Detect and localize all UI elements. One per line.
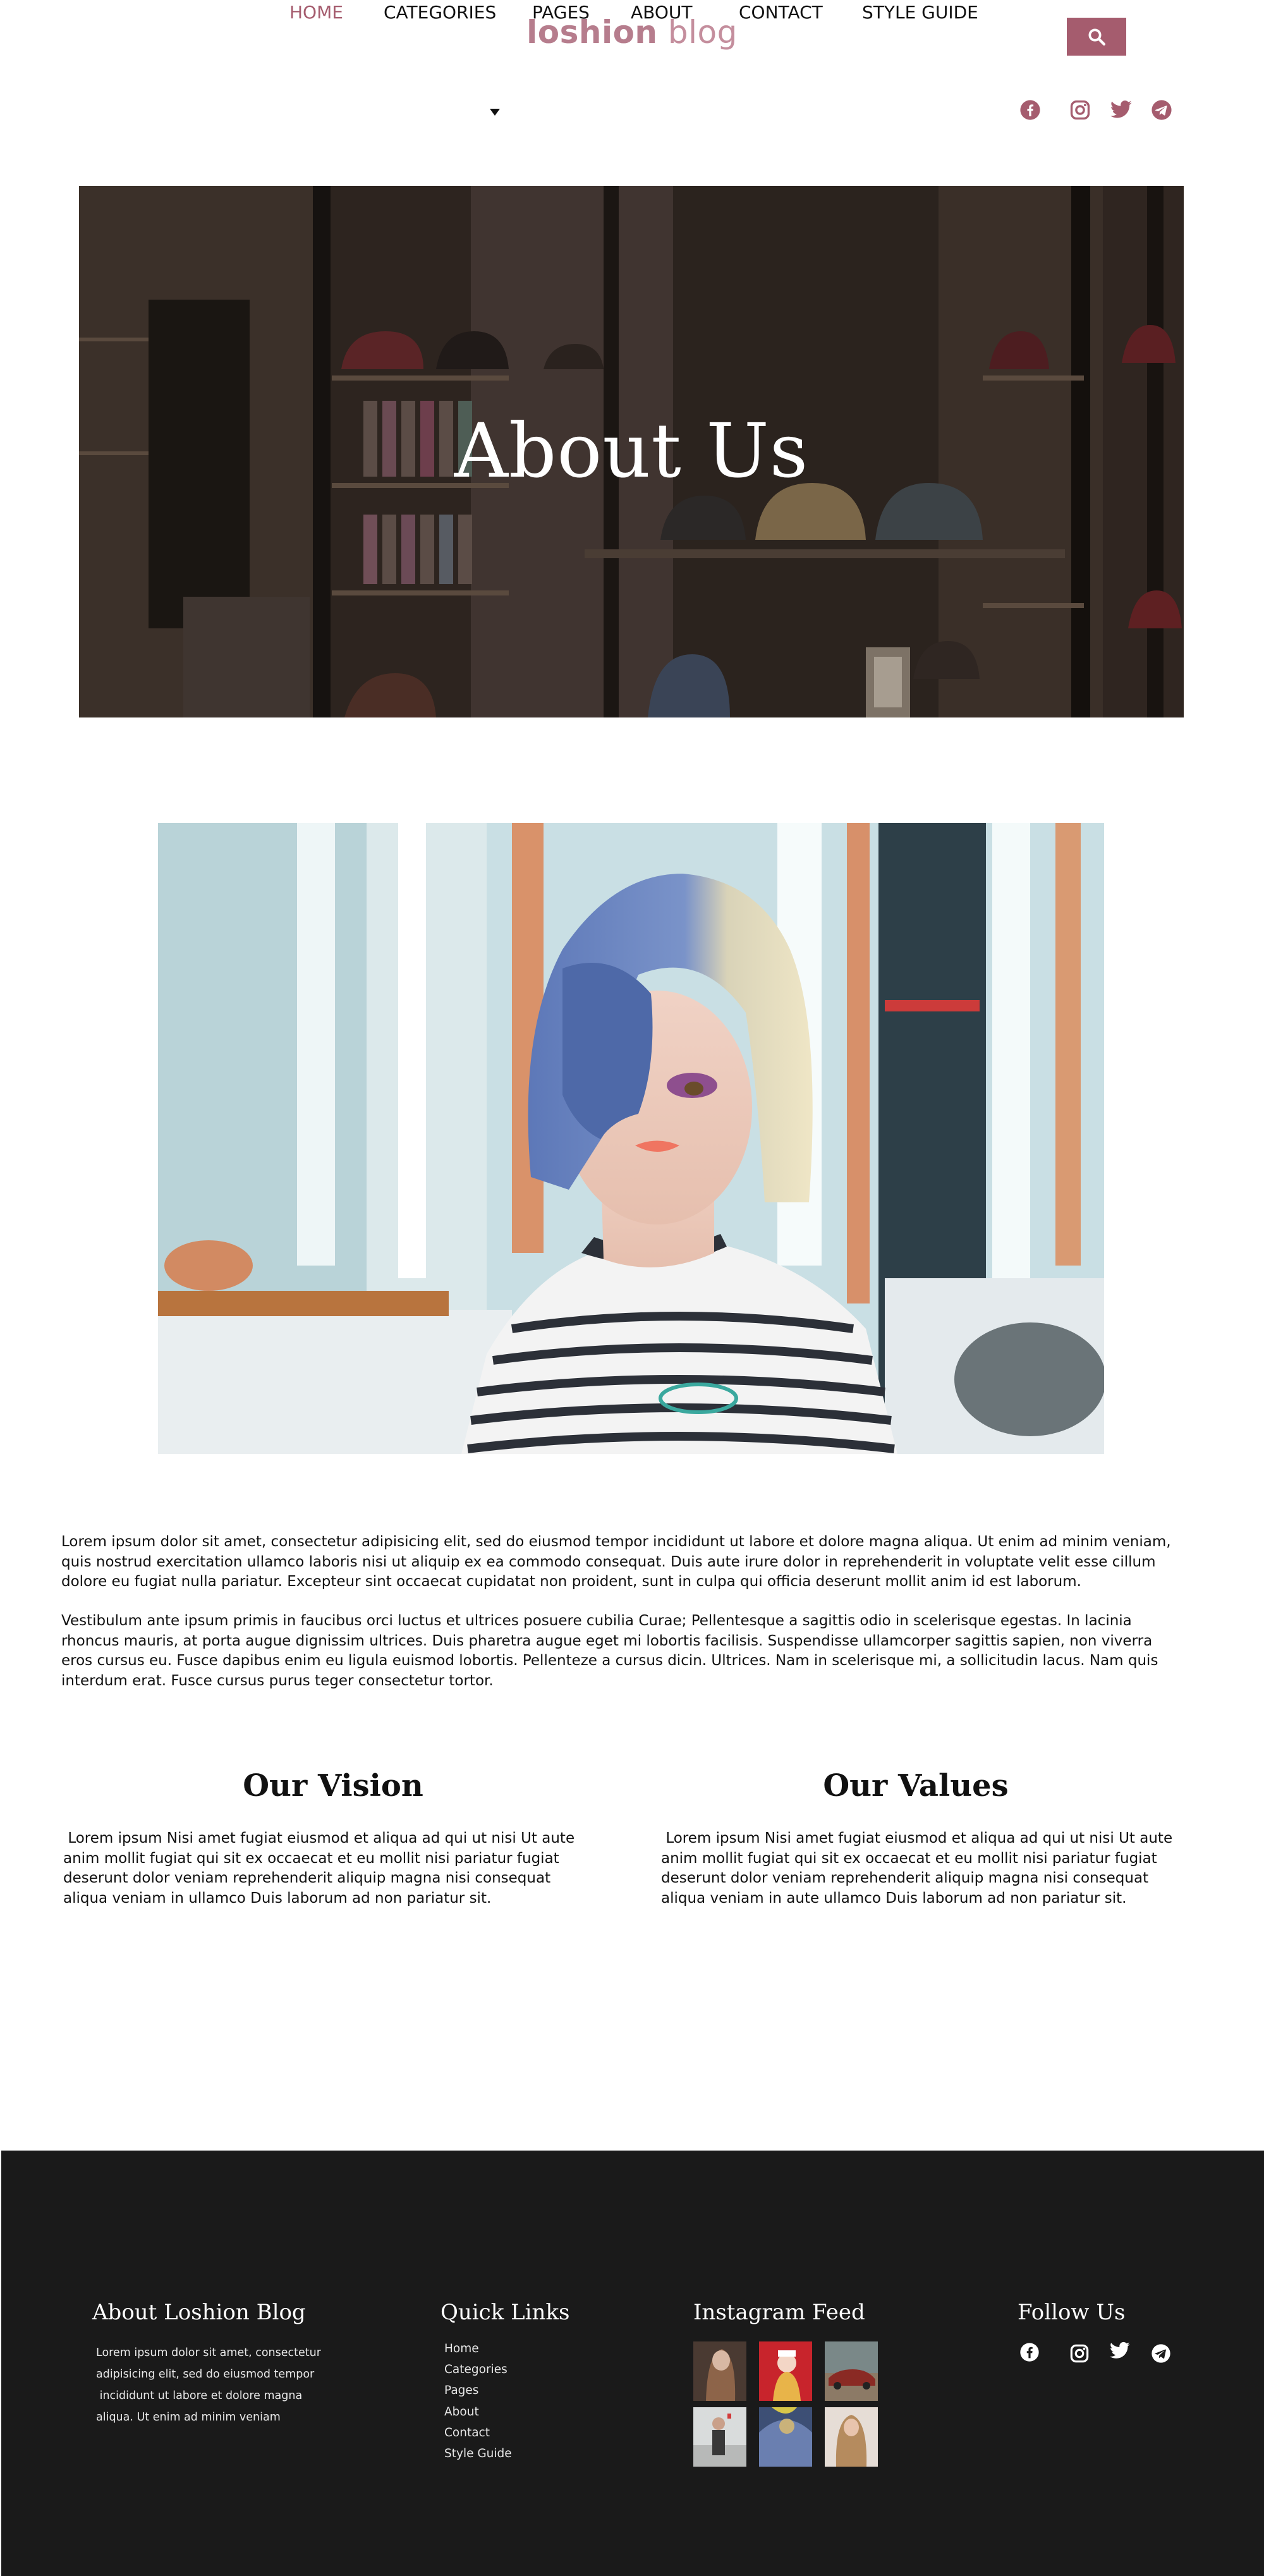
footer-link-style-guide[interactable]: Style Guide [444, 2447, 512, 2460]
nav-categories[interactable]: CATEGORIES [384, 0, 496, 25]
footer-link-pages[interactable]: Pages [444, 2384, 478, 2397]
nav-style-guide[interactable]: STYLE GUIDE [862, 0, 978, 25]
nav-contact[interactable]: CONTACT [739, 0, 823, 25]
values-title: Our Values [823, 1768, 1009, 1804]
footer-link-categories[interactable]: Categories [444, 2363, 507, 2376]
footer-link-home[interactable]: Home [444, 2342, 479, 2355]
values-text: Lorem ipsum Nisi amet fugiat eiusmod et … [661, 1830, 1177, 1907]
facebook-icon[interactable] [1019, 99, 1042, 121]
twitter-icon[interactable] [1109, 2340, 1131, 2362]
instagram-icon[interactable] [1069, 2343, 1090, 2364]
search-button[interactable] [1067, 18, 1126, 56]
footer-about-text: Lorem ipsum dolor sit amet, consectetur … [96, 2347, 321, 2424]
instagram-thumbnail[interactable] [759, 2341, 812, 2401]
footer-link-about[interactable]: About [444, 2405, 479, 2419]
footer-instagram-title: Instagram Feed [693, 2300, 865, 2325]
woman-portrait-image [158, 823, 1104, 1454]
about-paragraph-1: Lorem ipsum dolor sit amet, consectetur … [61, 1534, 1171, 1590]
footer-about-title: About Loshion Blog [92, 2300, 306, 2325]
footer-links-title: Quick Links [441, 2300, 570, 2325]
chevron-down-icon[interactable] [490, 109, 500, 116]
instagram-thumbnail[interactable] [825, 2341, 878, 2401]
vision-text: Lorem ipsum Nisi amet fugiat eiusmod et … [63, 1830, 580, 1907]
telegram-icon[interactable] [1150, 2343, 1172, 2364]
instagram-thumbnail[interactable] [693, 2341, 746, 2401]
instagram-thumbnail[interactable] [825, 2407, 878, 2467]
twitter-icon[interactable] [1110, 99, 1133, 121]
hero-title: About Us [454, 407, 809, 494]
hero-banner: About Us [79, 186, 1184, 717]
telegram-icon[interactable] [1150, 99, 1173, 121]
facebook-icon[interactable] [1019, 2341, 1040, 2363]
featured-image [158, 823, 1104, 1454]
instagram-thumbnail[interactable] [759, 2407, 812, 2467]
nav-about[interactable]: ABOUT [631, 0, 693, 25]
footer-follow-title: Follow Us [1018, 2300, 1126, 2325]
nav-home[interactable]: HOME [289, 0, 343, 25]
nav-pages[interactable]: PAGES [532, 0, 590, 25]
search-icon [1088, 28, 1105, 46]
vision-title: Our Vision [243, 1768, 423, 1804]
footer-link-contact[interactable]: Contact [444, 2426, 490, 2439]
instagram-thumbnail[interactable] [693, 2407, 746, 2467]
about-paragraph-2: Vestibulum ante ipsum primis in faucibus… [61, 1613, 1158, 1689]
instagram-icon[interactable] [1069, 99, 1091, 121]
